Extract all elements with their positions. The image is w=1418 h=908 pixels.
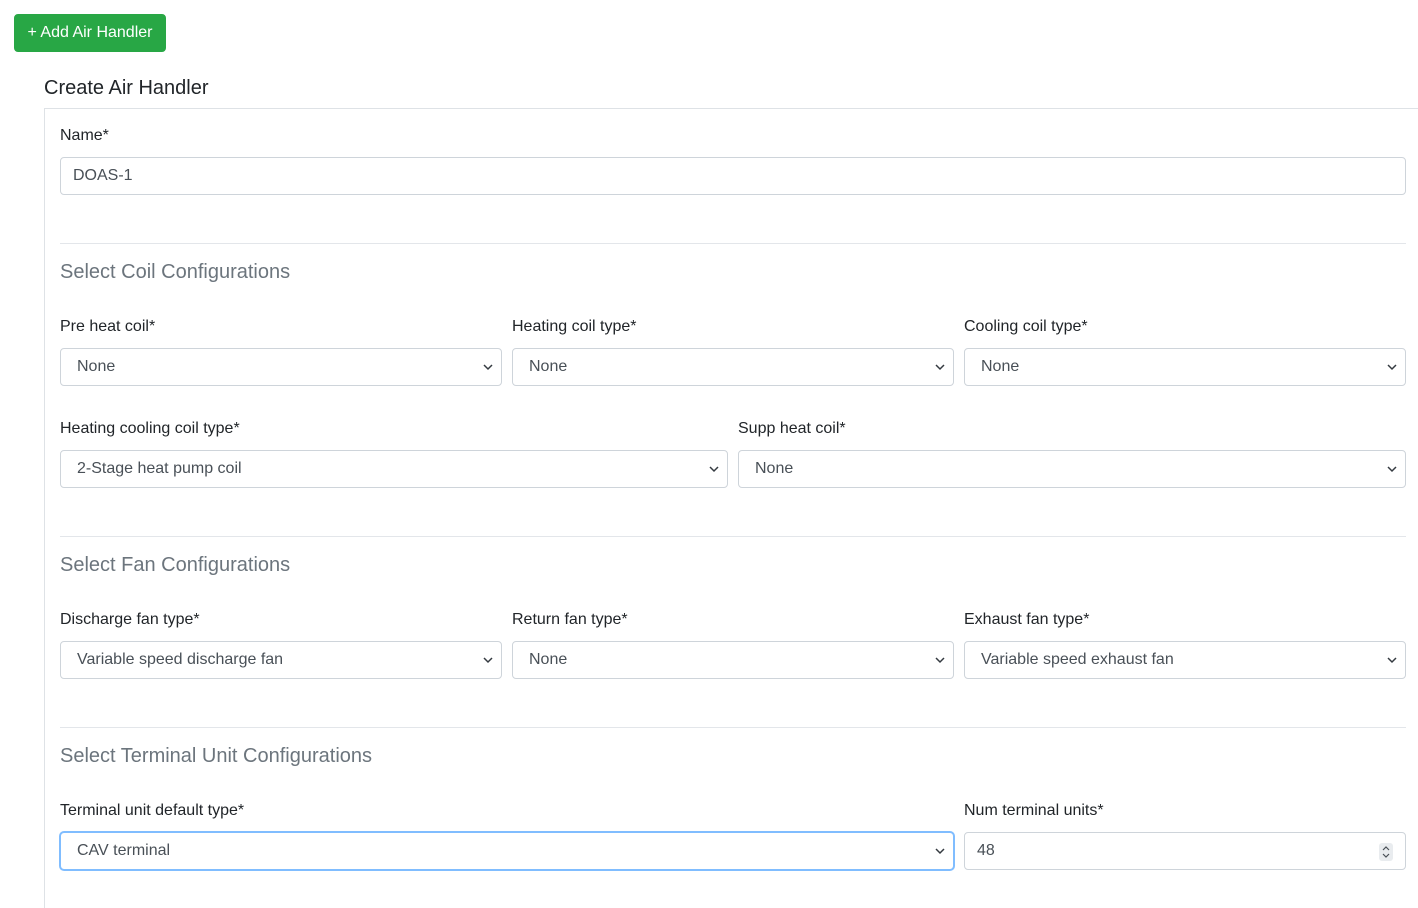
heating-cooling-coil-type-select[interactable]: 2-Stage heat pump coil	[60, 450, 728, 488]
cooling-coil-type-value: None	[981, 358, 1020, 375]
pre-heat-coil-label: Pre heat coil*	[60, 318, 156, 335]
chevron-down-icon	[483, 657, 493, 664]
supp-heat-coil-label: Supp heat coil*	[738, 420, 846, 437]
terminal-unit-default-type-label: Terminal unit default type*	[60, 802, 245, 819]
chevron-down-icon	[935, 657, 945, 664]
return-fan-type-label: Return fan type*	[512, 611, 628, 628]
cooling-coil-type-select[interactable]: None	[964, 348, 1406, 386]
name-input[interactable]: DOAS-1	[60, 157, 1406, 195]
num-terminal-units-value: 48	[977, 842, 995, 859]
heating-cooling-coil-type-label: Heating cooling coil type*	[60, 420, 240, 437]
discharge-fan-type-value: Variable speed discharge fan	[77, 651, 284, 668]
chevron-down-icon	[935, 364, 945, 371]
chevron-down-icon	[1387, 364, 1397, 371]
divider	[60, 243, 1406, 244]
exhaust-fan-type-value: Variable speed exhaust fan	[981, 651, 1174, 668]
discharge-fan-type-label: Discharge fan type*	[60, 611, 200, 628]
pre-heat-coil-value: None	[77, 358, 116, 375]
coil-section-title: Select Coil Configurations	[60, 261, 291, 283]
chevron-down-icon	[1387, 657, 1397, 664]
num-terminal-units-input[interactable]: 48	[964, 832, 1406, 870]
supp-heat-coil-select[interactable]: None	[738, 450, 1406, 488]
num-terminal-units-label: Num terminal units*	[964, 802, 1104, 819]
pre-heat-coil-select[interactable]: None	[60, 348, 502, 386]
divider	[60, 727, 1406, 728]
heating-cooling-coil-type-value: 2-Stage heat pump coil	[77, 460, 242, 477]
return-fan-type-select[interactable]: None	[512, 641, 954, 679]
form-title: Create Air Handler	[44, 77, 209, 99]
chevron-down-icon	[709, 466, 719, 473]
spinner-icon[interactable]	[1379, 843, 1393, 861]
name-label: Name*	[60, 127, 109, 144]
chevron-down-icon	[935, 848, 945, 855]
divider	[60, 536, 1406, 537]
return-fan-type-value: None	[529, 651, 568, 668]
fan-section-title: Select Fan Configurations	[60, 554, 291, 576]
air-handler-form-card	[44, 108, 1418, 908]
terminal-section-title: Select Terminal Unit Configurations	[60, 745, 373, 767]
terminal-unit-default-type-select[interactable]: CAV terminal	[60, 832, 954, 870]
heating-coil-type-value: None	[529, 358, 568, 375]
terminal-unit-default-type-value: CAV terminal	[77, 842, 171, 859]
exhaust-fan-type-label: Exhaust fan type*	[964, 611, 1090, 628]
heating-coil-type-select[interactable]: None	[512, 348, 954, 386]
chevron-down-icon	[1387, 466, 1397, 473]
exhaust-fan-type-select[interactable]: Variable speed exhaust fan	[964, 641, 1406, 679]
add-air-handler-button[interactable]: + Add Air Handler	[14, 14, 166, 52]
discharge-fan-type-select[interactable]: Variable speed discharge fan	[60, 641, 502, 679]
chevron-down-icon	[483, 364, 493, 371]
name-input-value: DOAS-1	[73, 167, 133, 184]
heating-coil-type-label: Heating coil type*	[512, 318, 637, 335]
supp-heat-coil-value: None	[755, 460, 794, 477]
cooling-coil-type-label: Cooling coil type*	[964, 318, 1088, 335]
